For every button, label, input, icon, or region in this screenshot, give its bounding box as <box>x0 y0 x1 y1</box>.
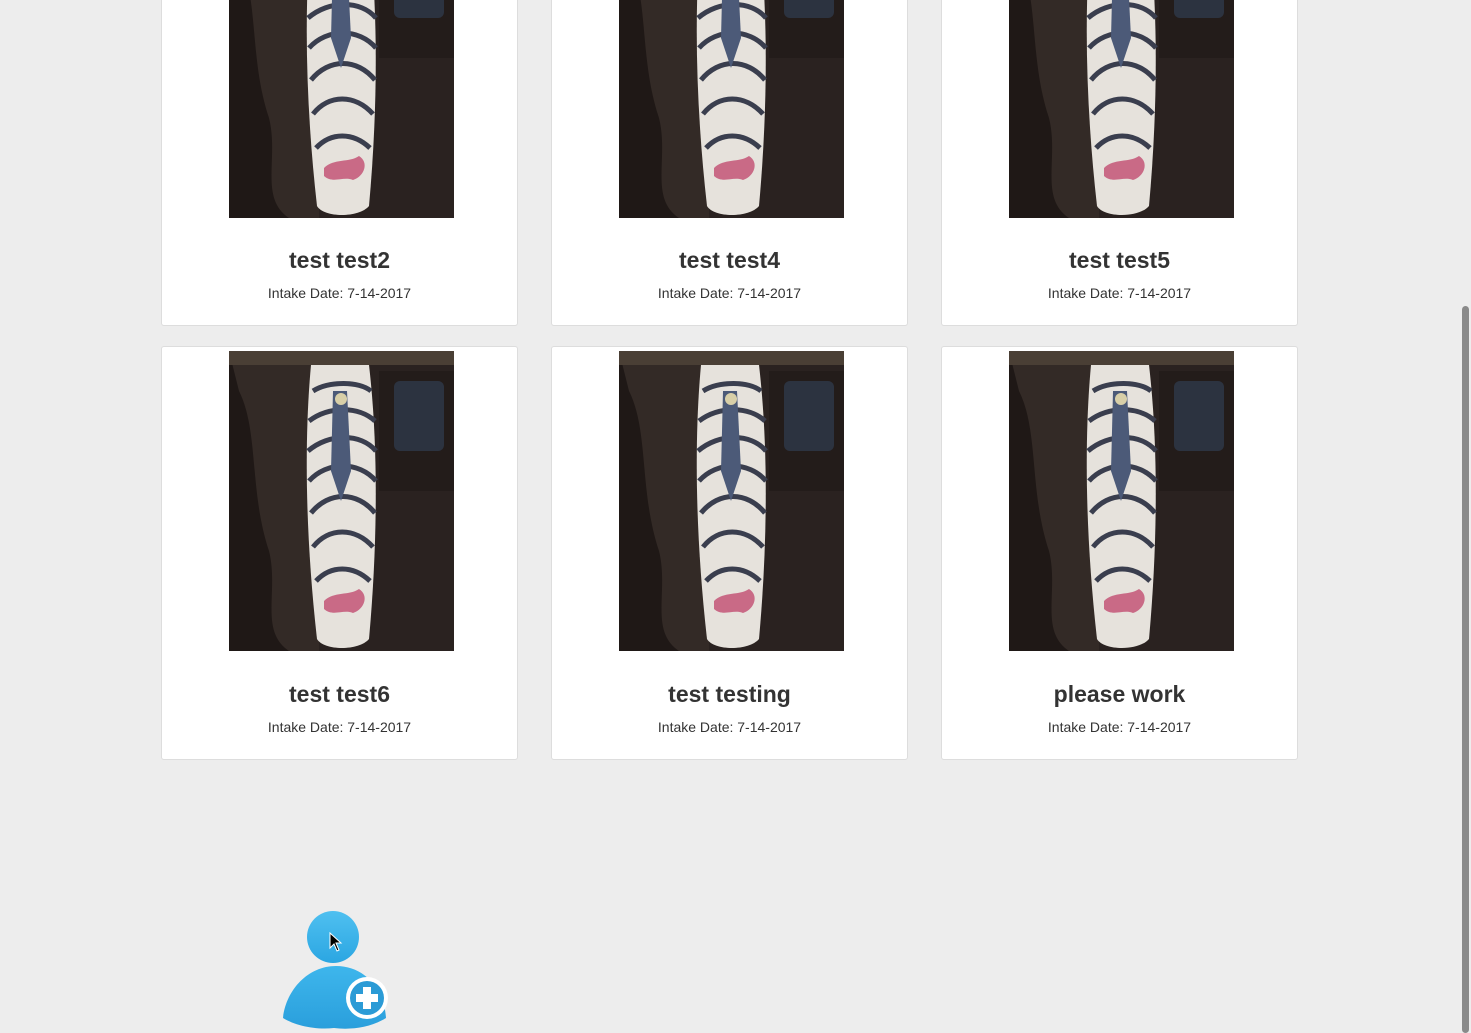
add-user-button[interactable] <box>280 910 392 1030</box>
card-name: test test6 <box>289 681 390 707</box>
card-name: test test2 <box>289 247 390 273</box>
snowboard-photo <box>619 0 844 218</box>
add-user-icon <box>283 911 388 1029</box>
snowboard-photo <box>1009 351 1234 651</box>
card-intake-date: Intake Date: 7-14-2017 <box>657 719 802 735</box>
card-name: please work <box>1053 681 1186 707</box>
profile-card[interactable]: test test4 Intake Date: 7-14-2017 <box>551 0 908 326</box>
card-name: test testing <box>668 681 791 707</box>
page: test test2 Intake Date: 7-14-2017 test t… <box>0 0 1471 1033</box>
profile-card[interactable]: test testing Intake Date: 7-14-2017 <box>551 346 908 760</box>
card-intake-date: Intake Date: 7-14-2017 <box>267 285 412 301</box>
scrollbar[interactable] <box>1460 0 1471 1033</box>
snowboard-photo <box>229 351 454 651</box>
card-intake-date: Intake Date: 7-14-2017 <box>267 719 412 735</box>
snowboard-photo <box>229 0 454 218</box>
snowboard-photo <box>619 351 844 651</box>
profile-card[interactable]: please work Intake Date: 7-14-2017 <box>941 346 1298 760</box>
profile-card[interactable]: test test6 Intake Date: 7-14-2017 <box>161 346 518 760</box>
snowboard-photo <box>1009 0 1234 218</box>
card-intake-date: Intake Date: 7-14-2017 <box>1047 285 1192 301</box>
scrollbar-thumb[interactable] <box>1462 306 1469 1033</box>
profile-card[interactable]: test test2 Intake Date: 7-14-2017 <box>161 0 518 326</box>
card-intake-date: Intake Date: 7-14-2017 <box>1047 719 1192 735</box>
profile-card[interactable]: test test5 Intake Date: 7-14-2017 <box>941 0 1298 326</box>
card-intake-date: Intake Date: 7-14-2017 <box>657 285 802 301</box>
card-name: test test4 <box>679 247 780 273</box>
card-name: test test5 <box>1069 247 1170 273</box>
